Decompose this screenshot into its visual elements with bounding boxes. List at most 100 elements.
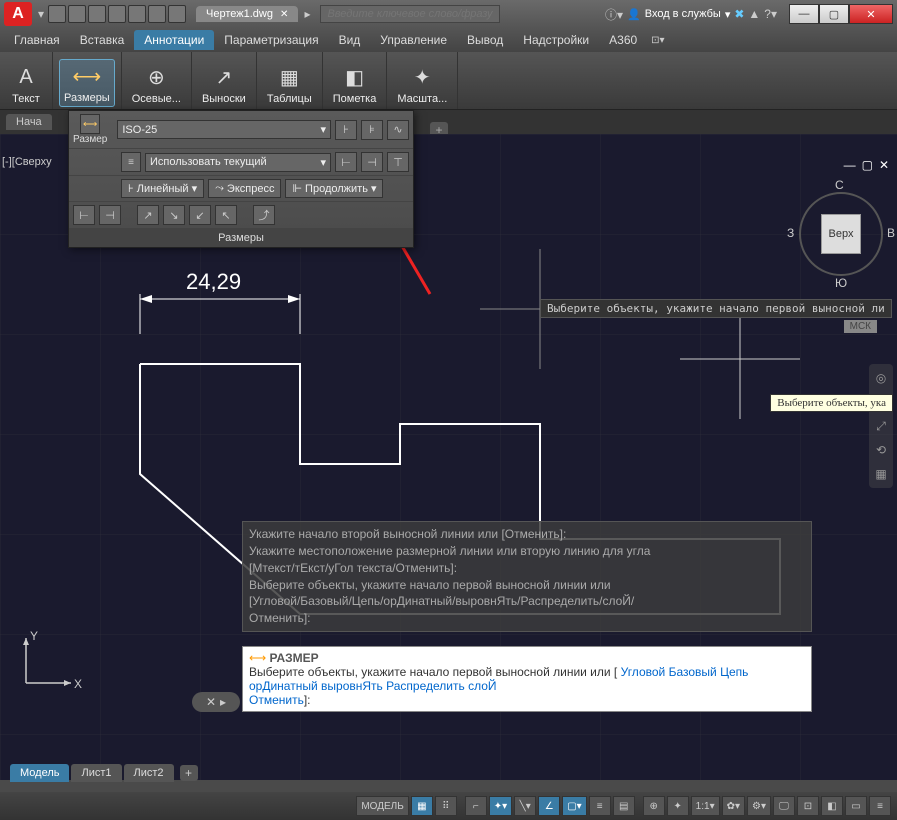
ucs-icon[interactable]: X Y (16, 628, 86, 698)
status-gizmo-icon[interactable]: ✦ (667, 796, 689, 816)
status-transparency-icon[interactable]: ▤ (613, 796, 635, 816)
status-selection-icon[interactable]: ⊕ (643, 796, 665, 816)
steering-wheel-icon[interactable]: ◎ (871, 368, 891, 388)
maximize-button[interactable]: ▢ (819, 4, 849, 24)
ribbon-markup-button[interactable]: ◧Пометка (329, 61, 381, 107)
dim-small-4-icon[interactable]: ↘ (163, 205, 185, 225)
dim-small-6-icon[interactable]: ↖ (215, 205, 237, 225)
qat-undo-icon[interactable] (148, 5, 166, 23)
help-icon[interactable]: ?▾ (764, 7, 777, 21)
layer-select[interactable]: Использовать текущий▾ (145, 153, 331, 172)
dimstyle-tool3-icon[interactable]: ∿ (387, 120, 409, 140)
qat-open-icon[interactable] (68, 5, 86, 23)
infocenter-icon[interactable]: ⓘ▾ (605, 6, 623, 23)
viewcube-top[interactable]: Верх (821, 214, 861, 254)
command-option[interactable]: орДинатный (249, 679, 318, 693)
viewcube-east[interactable]: В (887, 226, 895, 240)
status-customize-icon[interactable]: ≡ (869, 796, 891, 816)
command-option[interactable]: выровнЯть (321, 679, 383, 693)
command-input[interactable]: ⟷ РАЗМЕР Выберите объекты, укажите начал… (242, 646, 812, 712)
dimstyle-tool1-icon[interactable]: ⊦ (335, 120, 357, 140)
app-logo[interactable]: A (4, 2, 32, 26)
close-icon[interactable]: ✕ (206, 695, 216, 709)
status-clean-icon[interactable]: ▭ (845, 796, 867, 816)
status-lineweight-icon[interactable]: ≡ (589, 796, 611, 816)
status-scale-button[interactable]: 1:1▾ (691, 796, 720, 816)
dimstyle-select[interactable]: ISO-25▾ (117, 120, 331, 139)
dim-small-2-icon[interactable]: ⊣ (99, 205, 121, 225)
search-input[interactable] (320, 5, 500, 23)
minimize-button[interactable]: — (789, 4, 819, 24)
status-monitor-icon[interactable]: 🖵 (773, 796, 795, 816)
exchange-icon[interactable]: ✖ (734, 7, 744, 21)
document-title-tab[interactable]: Чертеж1.dwg ✕ (196, 6, 298, 22)
command-line-grip[interactable]: ✕ ▸ (192, 692, 240, 712)
status-polar-icon[interactable]: ✦▾ (489, 796, 512, 816)
viewcube[interactable]: Верх С Ю В З (791, 184, 891, 284)
tab-parametric[interactable]: Параметризация (214, 30, 328, 50)
dimstyle-tool2-icon[interactable]: ⊧ (361, 120, 383, 140)
qat-save-icon[interactable] (88, 5, 106, 23)
command-option[interactable]: слоЙ (468, 679, 496, 693)
ribbon-scale-button[interactable]: ✦Масшта... (393, 61, 451, 107)
layer-icon[interactable]: ≡ (121, 152, 141, 172)
ribbon-toggle-icon[interactable]: ⊡▾ (651, 35, 664, 46)
command-option[interactable]: Отменить (249, 693, 304, 707)
doc-tab-start[interactable]: Нача (6, 114, 52, 130)
viewcube-south[interactable]: Ю (835, 276, 847, 290)
orbit-icon[interactable]: ⟲ (871, 440, 891, 460)
ribbon-dimensions-button[interactable]: ⟷Размеры (59, 59, 115, 107)
dimension-icon[interactable]: ⟷ (80, 114, 100, 134)
chevron-right-icon[interactable]: ▸ (220, 695, 226, 709)
qat-new-icon[interactable] (48, 5, 66, 23)
dim-tool-c-icon[interactable]: ⊤ (387, 152, 409, 172)
tab-home[interactable]: Главная (4, 30, 70, 50)
layout-add-button[interactable]: + (180, 765, 198, 781)
dim-small-7-icon[interactable]: ⤴ (253, 205, 275, 225)
status-model-button[interactable]: МОДЕЛЬ (356, 796, 408, 816)
tab-annotations[interactable]: Аннотации (134, 30, 214, 50)
linear-dim-button[interactable]: ⊦Линейный ▾ (121, 179, 204, 198)
status-grid-icon[interactable]: ▦ (411, 796, 433, 816)
signin-button[interactable]: 👤 Вход в службы▾ (627, 8, 730, 21)
qat-redo-icon[interactable] (168, 5, 186, 23)
tab-view[interactable]: Вид (329, 30, 371, 50)
a360-icon[interactable]: ▲ (748, 7, 760, 21)
dim-small-5-icon[interactable]: ↙ (189, 205, 211, 225)
showmotion-icon[interactable]: ▦ (871, 464, 891, 484)
ribbon-leaders-button[interactable]: ↗Выноски (198, 61, 250, 107)
status-osnap-icon[interactable]: ▢▾ (562, 796, 586, 816)
close-button[interactable]: ✕ (849, 4, 893, 24)
close-icon[interactable]: ✕ (280, 9, 288, 20)
viewcube-north[interactable]: С (835, 178, 844, 192)
command-option[interactable]: Цепь (720, 665, 748, 679)
status-ws-icon[interactable]: ⚙▾ (747, 796, 771, 816)
ribbon-text-button[interactable]: AТекст (6, 61, 46, 107)
layout-tab-sheet1[interactable]: Лист1 (71, 764, 121, 782)
tab-addins[interactable]: Надстройки (513, 30, 599, 50)
status-annoscale-icon[interactable]: ✿▾ (722, 796, 745, 816)
tab-manage[interactable]: Управление (370, 30, 457, 50)
tab-insert[interactable]: Вставка (70, 30, 135, 50)
viewcube-west[interactable]: З (787, 226, 794, 240)
command-option[interactable]: Распределить (386, 679, 465, 693)
qat-saveas-icon[interactable] (108, 5, 126, 23)
continue-dim-button[interactable]: ⊩Продолжить ▾ (285, 179, 383, 198)
status-hardware-icon[interactable]: ⊡ (797, 796, 819, 816)
tab-output[interactable]: Вывод (457, 30, 513, 50)
status-snap-icon[interactable]: ⠿ (435, 796, 457, 816)
dim-small-1-icon[interactable]: ⊢ (73, 205, 95, 225)
status-ortho-icon[interactable]: ⌐ (465, 796, 487, 816)
status-iso-icon[interactable]: ╲▾ (514, 796, 536, 816)
tab-a360[interactable]: A360 (599, 30, 647, 50)
status-otrack-icon[interactable]: ∠ (538, 796, 560, 816)
layout-tab-model[interactable]: Модель (10, 764, 69, 782)
ucs-label[interactable]: МСК (844, 320, 877, 333)
dim-small-3-icon[interactable]: ↗ (137, 205, 159, 225)
qat-print-icon[interactable] (128, 5, 146, 23)
express-dim-button[interactable]: ⤳Экспресс (208, 179, 281, 198)
command-option[interactable]: Угловой (621, 665, 666, 679)
ribbon-centerlines-button[interactable]: ⊕Осевые... (128, 61, 185, 107)
command-option[interactable]: Базовый (669, 665, 717, 679)
zoom-icon[interactable]: ⤢ (871, 416, 891, 436)
